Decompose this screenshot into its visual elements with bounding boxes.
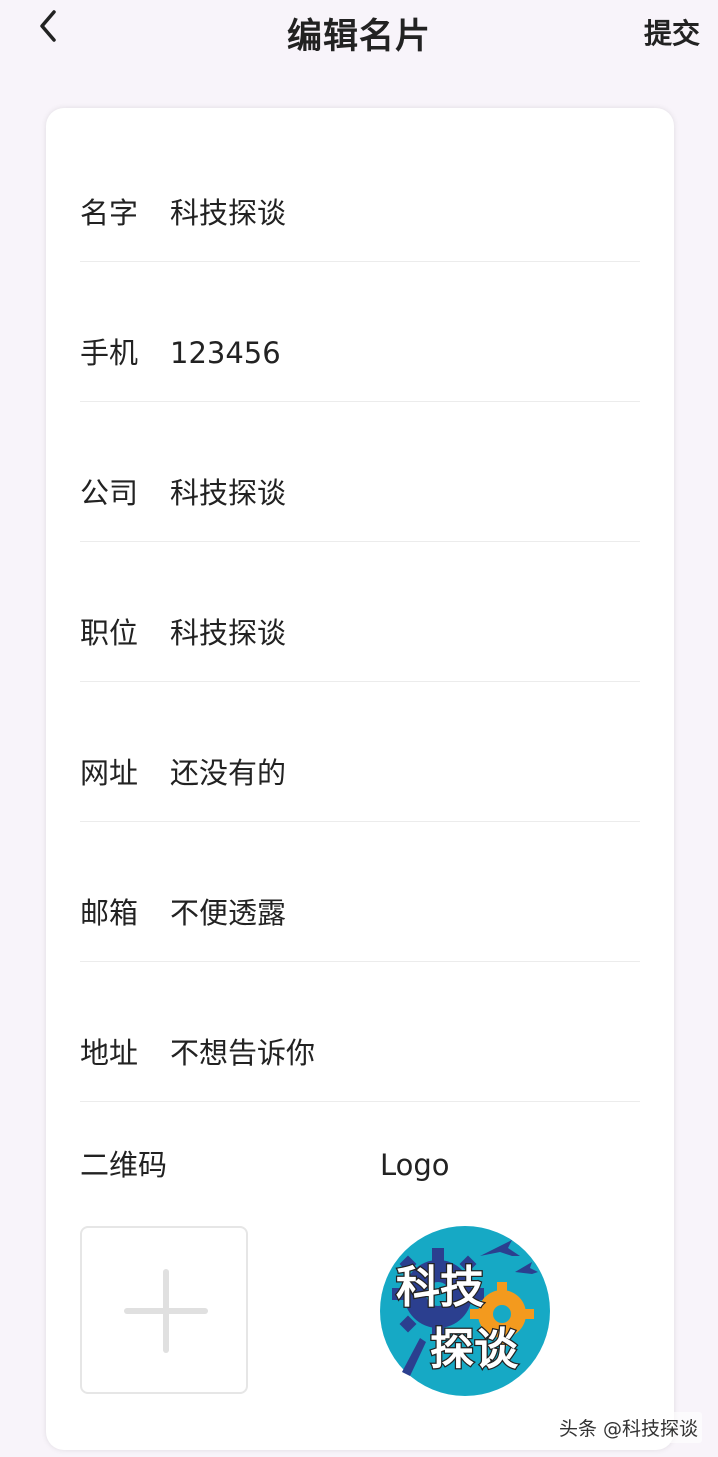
field-label: 邮箱 bbox=[80, 896, 139, 930]
field-row-website[interactable]: 网址 还没有的 bbox=[80, 682, 640, 822]
position-input[interactable]: 科技探谈 bbox=[170, 619, 286, 648]
page-title: 编辑名片 bbox=[286, 17, 431, 57]
logo-image[interactable]: 科技 探谈 bbox=[380, 1226, 550, 1396]
name-input[interactable]: 科技探谈 bbox=[170, 199, 286, 228]
logo-label: Logo bbox=[380, 1148, 450, 1182]
logo-text: 探谈 bbox=[430, 1324, 519, 1375]
watermark: 头条 @科技探谈 bbox=[554, 1412, 702, 1443]
field-label: 网址 bbox=[80, 756, 139, 790]
field-label: 地址 bbox=[80, 1036, 139, 1070]
field-row-name[interactable]: 名字 科技探谈 bbox=[80, 122, 640, 262]
website-input[interactable]: 还没有的 bbox=[170, 759, 286, 788]
company-input[interactable]: 科技探谈 bbox=[170, 479, 286, 508]
email-input[interactable]: 不便透露 bbox=[170, 899, 286, 928]
qr-code-upload-button[interactable] bbox=[80, 1226, 248, 1394]
field-row-position[interactable]: 职位 科技探谈 bbox=[80, 542, 640, 682]
address-input[interactable]: 不想告诉你 bbox=[170, 1039, 315, 1068]
phone-input[interactable]: 123456 bbox=[170, 339, 281, 368]
field-label: 手机 bbox=[80, 336, 139, 370]
logo-text: 科技 bbox=[396, 1262, 484, 1313]
field-label: 公司 bbox=[80, 476, 139, 510]
submit-button[interactable]: 提交 bbox=[644, 12, 700, 52]
field-row-company[interactable]: 公司 科技探谈 bbox=[80, 402, 640, 542]
field-row-phone[interactable]: 手机 123456 bbox=[80, 262, 640, 402]
field-label: 职位 bbox=[80, 616, 139, 650]
field-row-email[interactable]: 邮箱 不便透露 bbox=[80, 822, 640, 962]
field-row-address[interactable]: 地址 不想告诉你 bbox=[80, 962, 640, 1102]
business-card-form: 名字 科技探谈 手机 123456 公司 科技探谈 职位 科技探谈 网址 还没有… bbox=[46, 108, 674, 1450]
top-nav-bar: 编辑名片 提交 bbox=[0, 0, 718, 62]
qr-code-label: 二维码 bbox=[80, 1148, 168, 1182]
field-label: 名字 bbox=[80, 196, 139, 230]
